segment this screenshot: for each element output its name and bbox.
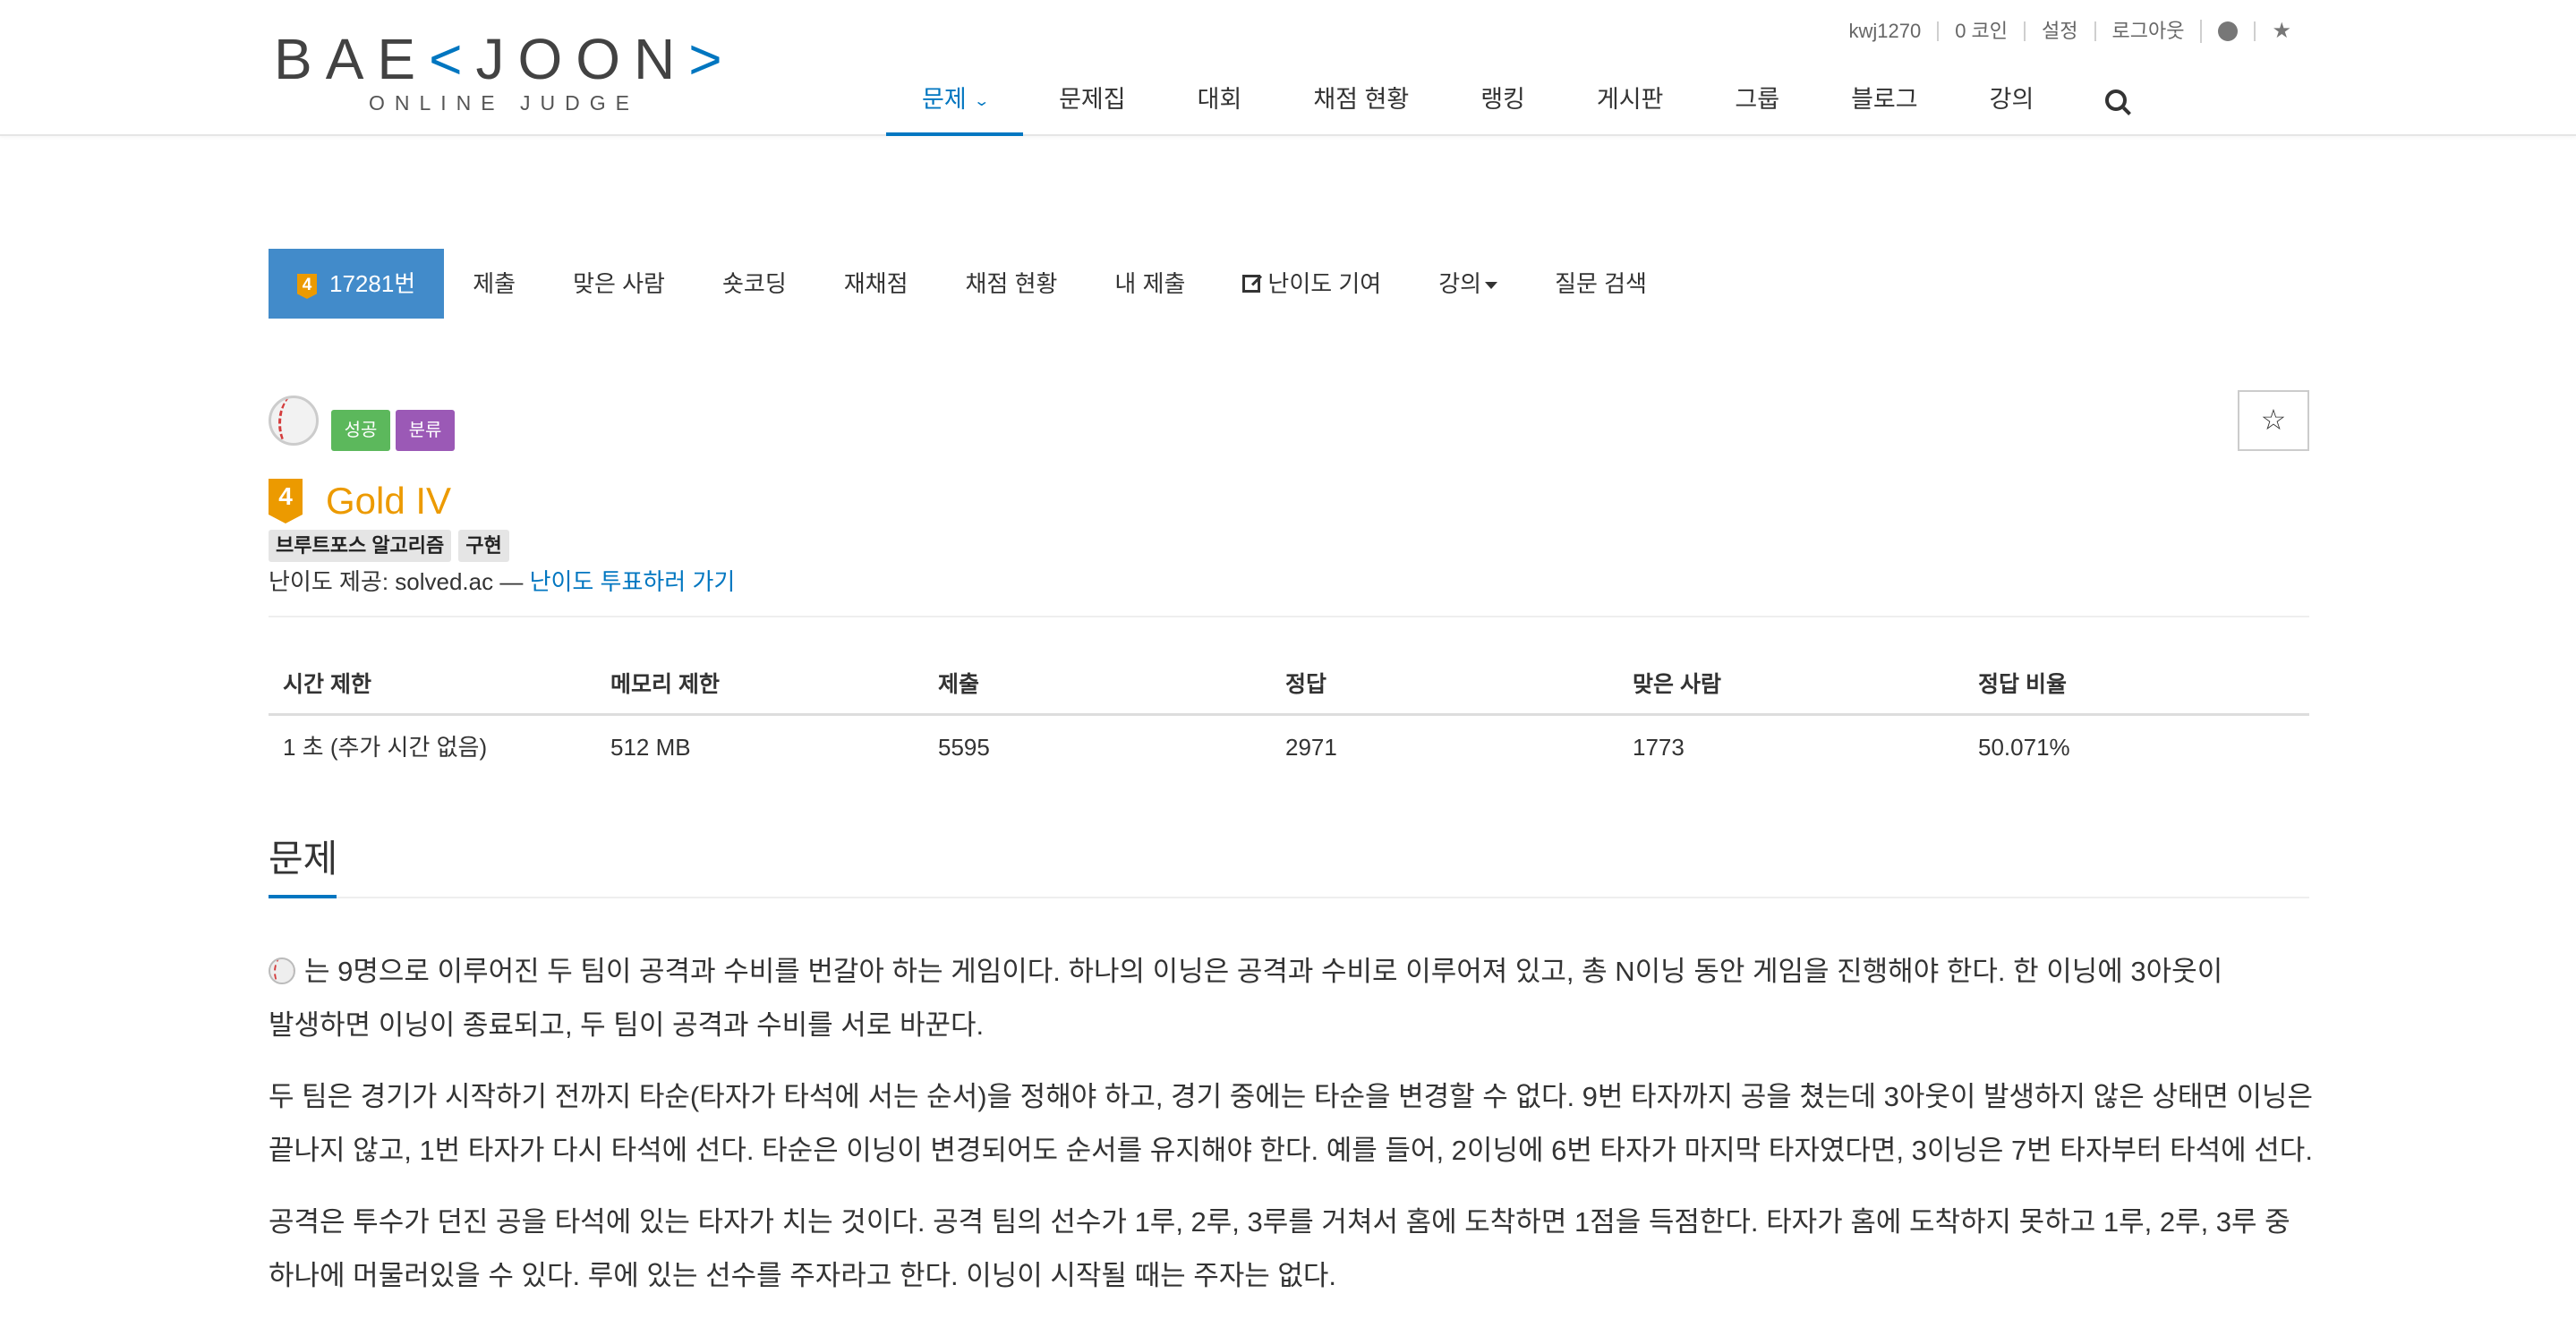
memory-limit-value: 512 MB: [610, 734, 691, 761]
logo-wordmark: BAE<JOON>: [274, 27, 736, 91]
site-header: BAE<JOON> ONLINE JUDGE kwj1270 0 코인 설정 로…: [0, 0, 2576, 136]
tab-question-search[interactable]: 질문 검색: [1526, 249, 1676, 319]
tag-implementation[interactable]: 구현: [458, 530, 509, 562]
tab-problem-number[interactable]: 4 17281번: [269, 249, 445, 319]
problem-menu: 4 17281번 제출 맞은 사람 숏코딩 재채점 채점 현황 내 제출 난이도 …: [269, 249, 1676, 319]
tab-status[interactable]: 채점 현황: [937, 249, 1087, 319]
username-link[interactable]: kwj1270: [1832, 21, 1937, 41]
logout-link[interactable]: 로그아웃: [2094, 21, 2201, 41]
tier-source: 난이도 제공: solved.ac — 난이도 투표하러 가기: [269, 568, 736, 595]
baseball-icon: [269, 396, 319, 446]
problem-info-table: 시간 제한 메모리 제한 제출 정답 맞은 사람 정답 비율 1 초 (추가 시…: [269, 653, 2309, 779]
description-paragraph: 는 9명으로 이루어진 두 팀이 공격과 수비를 번갈아 하는 게임이다. 하나…: [269, 956, 2223, 1041]
settings-link[interactable]: 설정: [2024, 21, 2094, 41]
main-nav: 문제 ⌄ 문제집 대회 채점 현황 랭킹 게시판 그룹 블로그 강의: [886, 72, 2162, 136]
classification-label[interactable]: 분류: [396, 410, 455, 451]
logo-subtitle: ONLINE JUDGE: [369, 91, 639, 115]
header-accepted: 정답: [1285, 672, 1327, 697]
tab-my-submissions[interactable]: 내 제출: [1086, 249, 1214, 319]
success-label[interactable]: 성공: [331, 410, 390, 451]
section-accent-line: [269, 895, 337, 898]
tab-rejudge[interactable]: 재채점: [815, 249, 937, 319]
time-limit-value: 1 초 (추가 시간 없음): [283, 734, 488, 761]
algorithm-tags: 브루트포스 알고리즘 구현: [269, 530, 516, 562]
nav-lecture[interactable]: 강의: [1954, 72, 2070, 136]
favorite-star-button[interactable]: ☆: [2238, 390, 2309, 451]
tier-name: Gold IV: [326, 480, 452, 522]
description-paragraph: 공격은 투수가 던진 공을 타석에 있는 타자가 치는 것이다. 공격 팀의 선…: [269, 1206, 2290, 1291]
header-submissions: 제출: [938, 672, 980, 697]
nav-ranking[interactable]: 랭킹: [1445, 72, 1561, 136]
tab-submit[interactable]: 제출: [444, 249, 544, 319]
submissions-value: 5595: [938, 734, 990, 761]
accept-ratio-value: 50.071%: [1978, 734, 2070, 761]
search-icon: [2105, 89, 2128, 111]
caret-down-icon: [1485, 282, 1498, 289]
nav-workbook[interactable]: 문제집: [1023, 72, 1162, 136]
section-divider: [269, 897, 2309, 898]
nav-problems[interactable]: 문제 ⌄: [886, 72, 1024, 136]
nav-search[interactable]: [2069, 72, 2162, 136]
gold-tier-icon: 4: [269, 479, 303, 523]
header-accepted-users: 맞은 사람: [1633, 672, 1721, 697]
nav-group[interactable]: 그룹: [1699, 72, 1815, 136]
tab-accepted-users[interactable]: 맞은 사람: [544, 249, 694, 319]
tier-info: 4 Gold IV: [269, 478, 451, 524]
top-user-menu: kwj1270 0 코인 설정 로그아웃 ★: [1832, 18, 2307, 45]
chevron-down-icon: ⌄: [973, 94, 990, 109]
language-globe-icon[interactable]: [2200, 20, 2254, 43]
table-row: 1 초 (추가 시간 없음) 512 MB 5595 2971 1773 50.…: [269, 716, 2309, 779]
header-time-limit: 시간 제한: [283, 672, 371, 697]
section-title: 문제: [269, 838, 338, 880]
nav-contest[interactable]: 대회: [1162, 72, 1278, 136]
coins-link[interactable]: 0 코인: [1937, 21, 2024, 41]
accepted-value: 2971: [1285, 734, 1337, 761]
header-memory-limit: 메모리 제한: [610, 672, 720, 697]
accepted-users-value: 1773: [1633, 734, 1685, 761]
nav-board[interactable]: 게시판: [1561, 72, 1700, 136]
star-icon[interactable]: ★: [2254, 21, 2307, 42]
table-header-row: 시간 제한 메모리 제한 제출 정답 맞은 사람 정답 비율: [269, 653, 2309, 716]
tab-contribute-tier[interactable]: 난이도 기여: [1214, 249, 1410, 319]
vote-tier-link[interactable]: 난이도 투표하러 가기: [530, 568, 736, 595]
gold-tier-icon: 4: [297, 274, 317, 299]
baseball-icon: [269, 957, 295, 984]
tab-lecture-dropdown[interactable]: 강의: [1410, 249, 1526, 319]
nav-blog[interactable]: 블로그: [1815, 72, 1954, 136]
tab-shortcoding[interactable]: 숏코딩: [694, 249, 815, 319]
problem-description: 는 9명으로 이루어진 두 팀이 공격과 수비를 번갈아 하는 게임이다. 하나…: [269, 945, 2318, 1319]
header-accept-ratio: 정답 비율: [1978, 672, 2067, 697]
nav-status[interactable]: 채점 현황: [1277, 72, 1445, 136]
external-link-icon: [1242, 275, 1261, 293]
baekjoon-logo[interactable]: BAE<JOON> ONLINE JUDGE: [274, 30, 721, 115]
divider: [269, 616, 2309, 617]
tag-bruteforce[interactable]: 브루트포스 알고리즘: [269, 530, 452, 562]
description-paragraph: 두 팀은 경기가 시작하기 전까지 타순(타자가 타석에 서는 순서)을 정해야…: [269, 1081, 2314, 1166]
